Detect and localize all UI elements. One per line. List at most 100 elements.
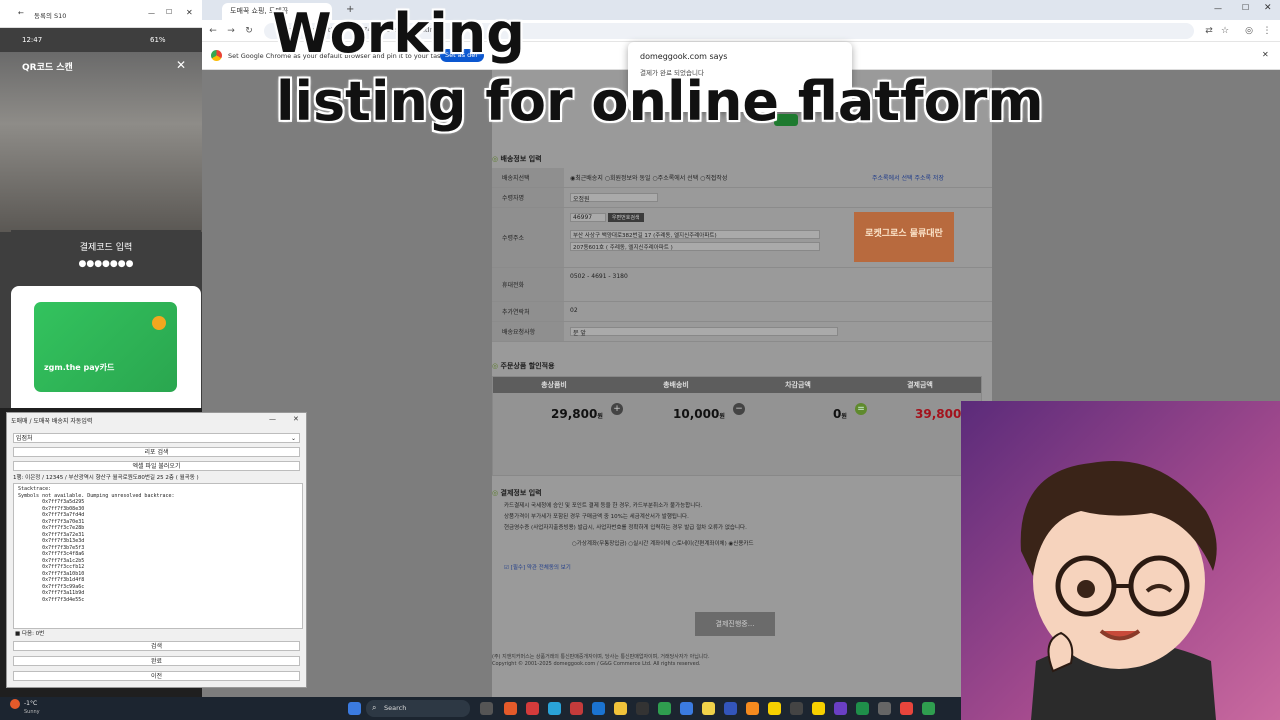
streamer-avatar: [961, 401, 1280, 720]
order-page: ◎ 배송정보 입력 배송지선택 ◉최근배송지 ○회원정보와 동일 ○주소록에서 …: [492, 70, 992, 697]
receiver-input[interactable]: 오정원: [570, 193, 658, 203]
rocket-growth-banner[interactable]: 로켓그로스 물류대란: [854, 212, 954, 262]
avatar-illustration: [1020, 461, 1217, 720]
order-summary-box: 총상품비 총배송비 차감금액 결제금액 29,800원 + 10,000원 − …: [492, 376, 982, 476]
minus-icon: −: [733, 403, 745, 415]
reload-icon[interactable]: ↻: [242, 24, 256, 38]
outlook-icon[interactable]: [592, 702, 605, 715]
menu-icon[interactable]: ⋮: [1260, 24, 1274, 38]
payment-note: 카드결제시 국세청에 승인 및 포인트 결제 등을 한 경우, 카드부분취소가 …: [504, 503, 703, 509]
field-label: 수령주소: [492, 208, 564, 267]
app-icon[interactable]: [922, 702, 935, 715]
load-excel-button[interactable]: 엑셀 파일 불러오기: [13, 461, 300, 471]
summary-header: 총상품비: [493, 377, 615, 393]
pay-button[interactable]: 결제진행중...: [695, 612, 775, 636]
app-icon[interactable]: [658, 702, 671, 715]
autofill-window: 도매매 / 도매꾹 배송지 자동입력 — ✕ 입점처 ⌄ 리포 검색 엑셀 파일 …: [6, 412, 307, 688]
minimize-icon[interactable]: —: [148, 9, 155, 17]
close-window-icon[interactable]: ✕: [1264, 3, 1272, 13]
address-row: 수령주소 46997 우편번호검색 부산 사상구 백양대로382번길 17 (주…: [492, 208, 992, 268]
search-button[interactable]: 리포 검색: [13, 447, 300, 457]
request-input[interactable]: 문 앞: [570, 327, 838, 337]
delivery-select-row: 배송지선택 ◉최근배송지 ○회원정보와 동일 ○주소록에서 선택 ○직접작성 주…: [492, 168, 992, 188]
start-icon[interactable]: [348, 702, 361, 715]
address-line2[interactable]: 207동601호 ( 주례동, 엘지신주례아파트 ): [570, 242, 820, 251]
app-icon[interactable]: [746, 702, 759, 715]
app-icon[interactable]: [834, 702, 847, 715]
app-icon[interactable]: [878, 702, 891, 715]
app-icon[interactable]: [636, 702, 649, 715]
chrome-icon[interactable]: [900, 702, 913, 715]
deduction-total: 0원: [833, 407, 847, 421]
prev-button[interactable]: 이전: [13, 671, 300, 681]
task-view-icon[interactable]: [480, 702, 493, 715]
field-label: 추가연락처: [492, 302, 564, 321]
autofill-title: 도매매 / 도매꾹 배송지 자동입력: [11, 418, 93, 425]
app-icon[interactable]: [812, 702, 825, 715]
summary-header: 총배송비: [615, 377, 737, 393]
status-battery: 61%: [150, 36, 166, 44]
brave-icon[interactable]: [504, 702, 517, 715]
infobar-close-icon[interactable]: ✕: [1262, 50, 1269, 59]
close-icon[interactable]: ✕: [176, 58, 186, 72]
paycode-dots: ●●●●●●●: [78, 259, 134, 269]
current-row-status: 1행: 이은정 / 12345 / 부산광역시 향산구 월곡로원도80번길 25…: [13, 475, 199, 481]
windows-taskbar: -1°C Sunny ⌕ Search: [0, 697, 961, 720]
payment-section-title: ◎ 결제정보 입력: [492, 489, 542, 497]
overlay-title-line1: Working: [272, 2, 525, 65]
search-box[interactable]: ⌕ Search: [366, 700, 470, 717]
product-total: 29,800원: [551, 407, 603, 421]
back-icon[interactable]: ←: [206, 24, 220, 38]
maximize-icon[interactable]: ☐: [166, 8, 172, 16]
phone-title: 동록의 S10: [34, 12, 67, 20]
file-explorer-icon[interactable]: [614, 702, 627, 715]
field-label: 휴대전화: [492, 268, 564, 301]
minimize-icon[interactable]: —: [269, 415, 276, 423]
pay-card[interactable]: zgm.the pay카드: [34, 302, 177, 392]
done-button[interactable]: 완료: [13, 656, 300, 666]
log-area[interactable]: Stacktrace: Symbols not available. Dumpi…: [13, 483, 303, 629]
minimize-icon[interactable]: —: [1214, 4, 1222, 13]
mobile-input[interactable]: 0502 - 4691 - 3180: [570, 273, 628, 280]
app-icon[interactable]: [724, 702, 737, 715]
delivery-options[interactable]: ◉최근배송지 ○회원정보와 동일 ○주소록에서 선택 ○직접작성: [570, 173, 727, 182]
address-book-links[interactable]: 주소록에서 선택 주소록 저장: [872, 173, 944, 182]
address-line1[interactable]: 부산 사상구 백양대로382번길 17 (주례동, 엘지신주례아파트): [570, 230, 820, 239]
app-icon[interactable]: [790, 702, 803, 715]
overlay-title-line2: listing for online flatform: [276, 70, 1044, 133]
app-icon[interactable]: [570, 702, 583, 715]
mobile-row: 휴대전화 0502 - 4691 - 3180: [492, 268, 992, 302]
bookmark-star-icon[interactable]: ☆: [1218, 24, 1232, 38]
back-icon[interactable]: ←: [18, 9, 24, 17]
maximize-icon[interactable]: ☐: [1242, 3, 1249, 12]
profile-icon[interactable]: ◎: [1242, 24, 1256, 38]
phone-mirror-window: ← 동록의 S10 — ☐ ✕ 12:47 61% QR코드 스캔 ✕ 결제코드…: [0, 0, 202, 408]
payment-methods[interactable]: ○가상계좌(무통장입금) ○실시간 계좌이체 ○토네이(간편계좌이체) ◉신용카…: [572, 539, 992, 547]
extra-contact-input[interactable]: 02: [570, 307, 578, 314]
app-icon[interactable]: [702, 702, 715, 715]
zipcode-input[interactable]: 46997: [570, 213, 606, 222]
app-icon[interactable]: [548, 702, 561, 715]
kakaotalk-icon[interactable]: [768, 702, 781, 715]
next-button[interactable]: 검색: [13, 641, 300, 651]
close-icon[interactable]: ✕: [186, 8, 193, 17]
forward-icon[interactable]: →: [224, 24, 238, 38]
app-icon[interactable]: [526, 702, 539, 715]
weather-desc: Sunny: [24, 709, 40, 715]
field-label: 배송지선택: [492, 168, 564, 187]
paycode-title: 결제코드 입력: [79, 243, 133, 253]
summary-section-title: ◎ 주문상품 할인적용: [492, 362, 555, 370]
zipcode-search-button[interactable]: 우편번호검색: [607, 213, 644, 222]
payment-total: 39,800: [915, 407, 962, 421]
payment-note: 상품가격이 부가세가 포함된 경우 구매금액 중 10%는 세금계산서가 발행됩…: [504, 514, 689, 520]
app-icon[interactable]: [680, 702, 693, 715]
delivery-section-title: ◎ 배송정보 입력: [492, 155, 542, 163]
source-dropdown[interactable]: 입점처 ⌄: [13, 433, 300, 443]
agree-checkbox[interactable]: ☑ [필수] 약관 전체동의 보기: [504, 563, 992, 571]
excel-icon[interactable]: [856, 702, 869, 715]
close-icon[interactable]: ✕: [293, 415, 299, 423]
extra-contact-row: 추가연락처 02: [492, 302, 992, 322]
status-time: 12:47: [22, 36, 43, 44]
next-row-label: ■ 다음: 0번: [15, 631, 45, 637]
translate-icon[interactable]: ⇄: [1202, 24, 1216, 38]
